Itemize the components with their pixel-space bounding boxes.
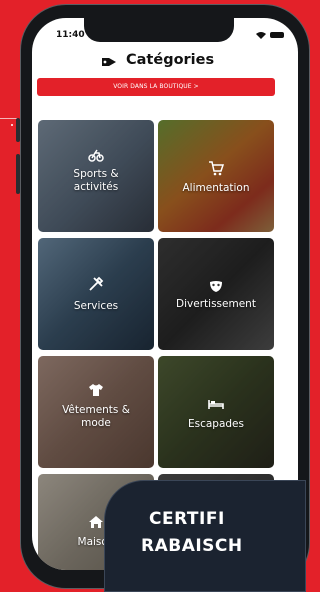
category-label: Divertissement — [176, 298, 256, 310]
category-label: Sports & activités — [73, 168, 119, 193]
tile-overlay — [158, 238, 274, 350]
category-services[interactable]: Services — [38, 238, 154, 350]
category-label: Escapades — [187, 418, 244, 430]
header: Catégories — [32, 50, 298, 74]
tag-icon — [102, 58, 116, 66]
category-escapades[interactable]: Escapades — [158, 356, 274, 468]
category-alimentation[interactable]: Alimentation — [158, 120, 274, 232]
home-icon — [89, 516, 103, 528]
promo-line-1: CERTIFI — [149, 509, 225, 529]
wifi-icon — [256, 32, 266, 39]
tools-icon — [89, 276, 104, 291]
tile-overlay — [38, 238, 154, 350]
mask-icon — [210, 281, 222, 292]
bicycle-icon — [88, 149, 104, 162]
tile-overlay — [158, 356, 274, 468]
status-icons — [254, 30, 288, 40]
tile-overlay — [158, 120, 274, 232]
view-in-shop-button[interactable]: VOIR DANS LA BOUTIQUE > — [37, 78, 275, 96]
category-vetements[interactable]: Vêtements & mode — [38, 356, 154, 468]
bed-icon — [208, 400, 224, 409]
promo-line-2: RABAISCH — [141, 536, 243, 556]
battery-icon — [270, 32, 284, 38]
notch — [84, 18, 234, 42]
promo-banner: CERTIFI RABAISCH — [104, 480, 306, 592]
category-label: Alimentation — [182, 182, 250, 194]
status-time: 11:40 — [56, 30, 85, 40]
category-label: Services — [73, 300, 119, 312]
category-sports[interactable]: Sports & activités — [38, 120, 154, 232]
background-dot — [11, 124, 13, 126]
cart-icon — [209, 161, 224, 176]
shirt-icon — [89, 384, 103, 396]
category-label: Vêtements & mode — [62, 404, 130, 429]
page-title: Catégories — [126, 52, 215, 68]
category-divertissement[interactable]: Divertissement — [158, 238, 274, 350]
